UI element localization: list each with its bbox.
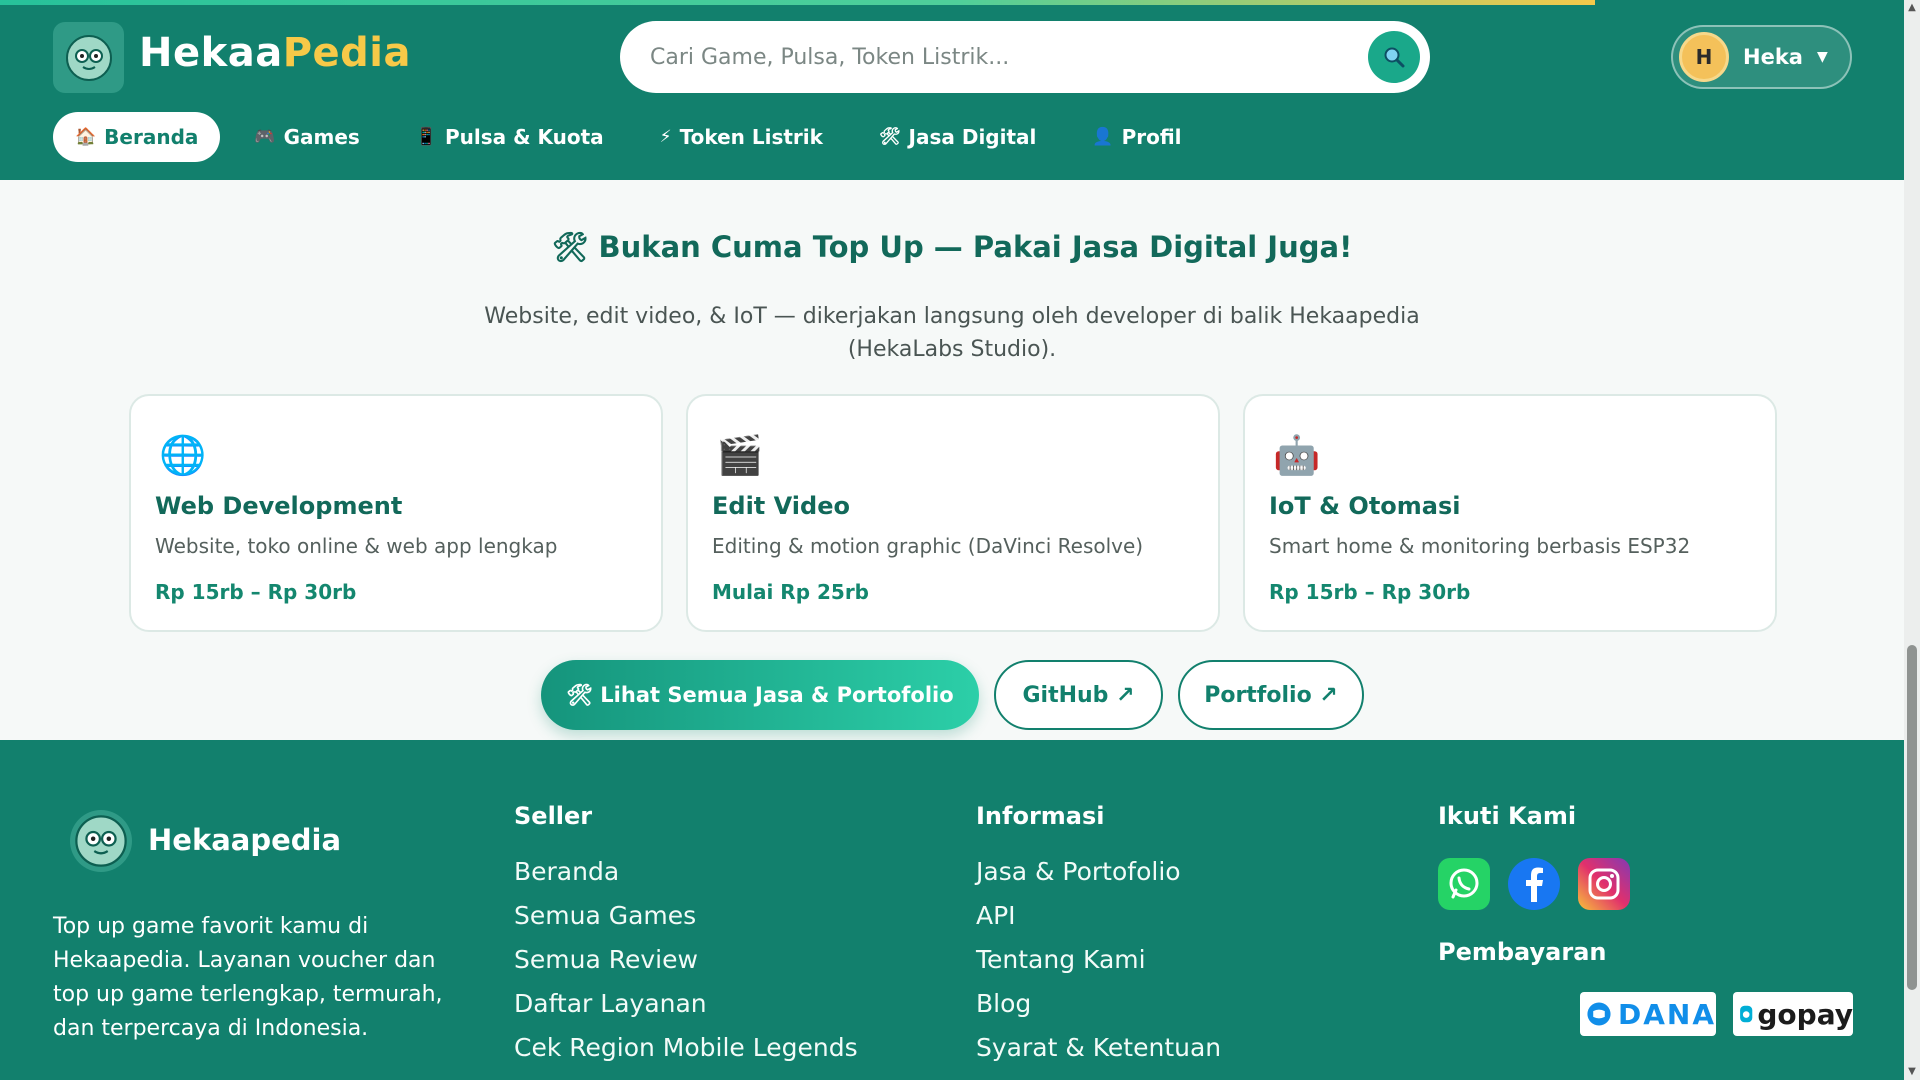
view-all-services-button[interactable]: 🛠 Lihat Semua Jasa & Portofolio: [541, 660, 979, 730]
dana-text: DANA: [1617, 997, 1716, 1031]
scroll-down-icon[interactable]: ▼: [1906, 1066, 1918, 1078]
footer-link-blog[interactable]: Blog: [976, 982, 1221, 1026]
user-menu-button[interactable]: H Heka ▼: [1671, 25, 1852, 89]
section-subtitle: Website, edit video, & IoT — dikerjakan …: [484, 304, 1420, 362]
service-description: Editing & motion graphic (DaVinci Resolv…: [712, 534, 1144, 558]
service-price: Rp 15rb – Rp 30rb: [1269, 580, 1471, 604]
section-title: 🛠 Bukan Cuma Top Up — Pakai Jasa Digital …: [0, 230, 1904, 265]
service-title: IoT & Otomasi: [1269, 492, 1461, 520]
search-input[interactable]: [650, 44, 1340, 70]
footer-heading: Seller: [514, 802, 593, 830]
page-scrollbar[interactable]: ▲ ▼: [1904, 0, 1920, 1080]
search-icon: [1384, 47, 1405, 68]
gopay-icon: [1740, 1005, 1753, 1023]
site-logo[interactable]: [53, 22, 124, 93]
facebook-glyph-icon: [1526, 867, 1543, 902]
social-links: [1438, 858, 1648, 910]
avatar: H: [1679, 32, 1729, 82]
footer-link-semua-review[interactable]: Semua Review: [514, 938, 858, 982]
nav-item-token-listrik[interactable]: ⚡ Token Listrik: [638, 112, 845, 162]
home-icon: 🏠: [75, 127, 97, 147]
service-description: Website, toko online & web app lengkap: [155, 534, 558, 558]
service-price: Rp 15rb – Rp 30rb: [155, 580, 357, 604]
nav-label: Games: [283, 125, 360, 149]
brand-accent: Pedia: [282, 30, 411, 76]
nav-label: Jasa Digital: [908, 125, 1037, 149]
main-nav: 🏠 Beranda 🎮 Games 📱 Pulsa & Kuota ⚡ Token Li…: [53, 112, 1216, 162]
scrollbar-thumb[interactable]: [1907, 645, 1917, 990]
dana-icon: [1587, 1002, 1611, 1026]
nav-label: Token Listrik: [679, 125, 823, 149]
nav-item-jasa-digital[interactable]: 🛠 Jasa Digital: [857, 112, 1058, 162]
user-icon: 👤: [1092, 127, 1114, 147]
footer-about: Top up game favorit kamu di Hekaapedia. …: [53, 914, 443, 1041]
nav-label: Pulsa & Kuota: [444, 125, 604, 149]
mascot-logo-icon: [75, 815, 127, 867]
tools-icon: 🛠: [551, 230, 589, 264]
digital-services-section: 🛠 Bukan Cuma Top Up — Pakai Jasa Digital …: [0, 180, 1904, 740]
nav-item-games[interactable]: 🎮 Games: [232, 112, 381, 162]
gopay-logo: gopay: [1733, 992, 1853, 1036]
footer-heading: Ikuti Kami: [1438, 802, 1577, 830]
footer-link-daftar-layanan[interactable]: Daftar Layanan: [514, 982, 858, 1026]
service-title: Web Development: [155, 492, 403, 520]
footer-brand: Hekaapedia: [148, 823, 342, 857]
footer-link-semua-games[interactable]: Semua Games: [514, 894, 858, 938]
user-name: Heka: [1743, 45, 1803, 69]
search-button[interactable]: [1368, 31, 1420, 83]
instagram-icon[interactable]: [1578, 858, 1630, 910]
payment-heading: Pembayaran: [1438, 938, 1607, 966]
service-card-edit-video[interactable]: 🎬 Edit Video Editing & motion graphic (D…: [686, 394, 1220, 632]
site-brand[interactable]: HekaaPedia: [139, 30, 411, 76]
chevron-down-icon: ▼: [1816, 49, 1828, 65]
dana-logo: DANA: [1580, 992, 1716, 1036]
nav-item-pulsa-kuota[interactable]: 📱 Pulsa & Kuota: [394, 112, 626, 162]
footer-seller-column: Seller Beranda Semua Games Semua Review …: [514, 802, 858, 1070]
service-description: Smart home & monitoring berbasis ESP32: [1269, 534, 1691, 558]
site-header: HekaaPedia H Heka ▼ 🏠 Beranda 🎮 Games 📱 Pul…: [0, 0, 1904, 180]
service-title: Edit Video: [712, 492, 850, 520]
gamepad-icon: 🎮: [254, 127, 276, 147]
clapperboard-icon: 🎬: [716, 433, 764, 477]
nav-item-beranda[interactable]: 🏠 Beranda: [53, 112, 221, 162]
lightning-icon: ⚡: [659, 127, 672, 147]
footer-link-api[interactable]: API: [976, 894, 1221, 938]
section-title-text: Bukan Cuma Top Up — Pakai Jasa Digital J…: [598, 230, 1353, 264]
whatsapp-glyph-icon: [1449, 868, 1479, 899]
globe-icon: 🌐: [159, 433, 207, 477]
footer-link-beranda[interactable]: Beranda: [514, 850, 858, 894]
footer-link-jasa-portofolio[interactable]: Jasa & Portofolio: [976, 850, 1221, 894]
footer-heading: Informasi: [976, 802, 1105, 830]
phone-icon: 📱: [415, 127, 437, 147]
github-button[interactable]: GitHub ↗: [994, 660, 1163, 730]
nav-label: Beranda: [104, 125, 199, 149]
brand-main: Hekaa: [139, 30, 283, 76]
service-card-web-development[interactable]: 🌐 Web Development Website, toko online &…: [129, 394, 663, 632]
gopay-text: gopay: [1757, 997, 1853, 1031]
site-footer: Hekaapedia Top up game favorit kamu di H…: [0, 740, 1904, 1080]
footer-info-column: Informasi Jasa & Portofolio API Tentang …: [976, 802, 1221, 1070]
portfolio-button[interactable]: Portfolio ↗: [1178, 660, 1364, 730]
robot-icon: 🤖: [1273, 433, 1321, 477]
footer-logo[interactable]: [70, 810, 132, 872]
mascot-logo-icon: [65, 34, 112, 81]
tools-icon: 🛠: [878, 127, 901, 147]
footer-link-syarat-ketentuan[interactable]: Syarat & Ketentuan: [976, 1026, 1221, 1070]
service-price: Mulai Rp 25rb: [712, 580, 870, 604]
footer-link-tentang-kami[interactable]: Tentang Kami: [976, 938, 1221, 982]
nav-item-profil[interactable]: 👤 Profil: [1070, 112, 1203, 162]
footer-follow-column: Ikuti Kami: [1438, 802, 1576, 850]
scroll-up-icon[interactable]: ▲: [1906, 2, 1918, 14]
facebook-icon[interactable]: [1508, 858, 1560, 910]
page-load-progress: [0, 0, 1595, 5]
footer-link-cek-region[interactable]: Cek Region Mobile Legends: [514, 1026, 858, 1070]
instagram-glyph-icon: [1588, 868, 1620, 900]
nav-label: Profil: [1121, 125, 1182, 149]
service-card-iot-otomasi[interactable]: 🤖 IoT & Otomasi Smart home & monitoring …: [1243, 394, 1777, 632]
search-bar: [620, 21, 1430, 93]
whatsapp-icon[interactable]: [1438, 858, 1490, 910]
